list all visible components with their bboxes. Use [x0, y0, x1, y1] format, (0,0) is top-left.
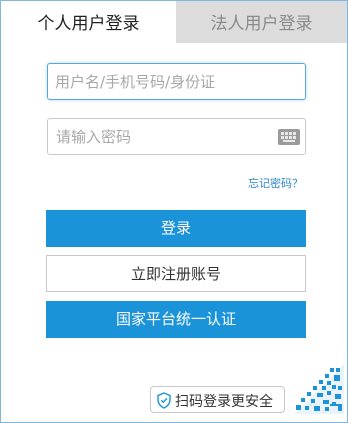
scan-login-text: 扫码登录更安全 [175, 394, 273, 410]
register-button[interactable]: 立即注册账号 [46, 255, 306, 292]
login-tabs: 个人用户登录 法人用户登录 [1, 1, 347, 43]
login-panel: 个人用户登录 法人用户登录 忘记密码？ 登录 立即注册账号 国家平台统一认证 扫… [0, 0, 348, 423]
shield-icon [157, 392, 171, 409]
username-input[interactable] [48, 64, 305, 99]
national-auth-button[interactable]: 国家平台统一认证 [46, 301, 306, 338]
qr-code-icon[interactable] [294, 364, 344, 414]
login-button[interactable]: 登录 [46, 210, 306, 247]
forgot-password-link[interactable]: 忘记密码？ [248, 175, 303, 191]
tab-personal-login[interactable]: 个人用户登录 [1, 1, 176, 43]
tab-corporate-login[interactable]: 法人用户登录 [176, 1, 347, 43]
password-field[interactable] [47, 118, 306, 155]
password-input[interactable] [48, 119, 305, 154]
username-field[interactable] [47, 63, 306, 100]
scan-login-tip[interactable]: 扫码登录更安全 [150, 386, 285, 413]
keyboard-icon[interactable] [278, 129, 300, 145]
